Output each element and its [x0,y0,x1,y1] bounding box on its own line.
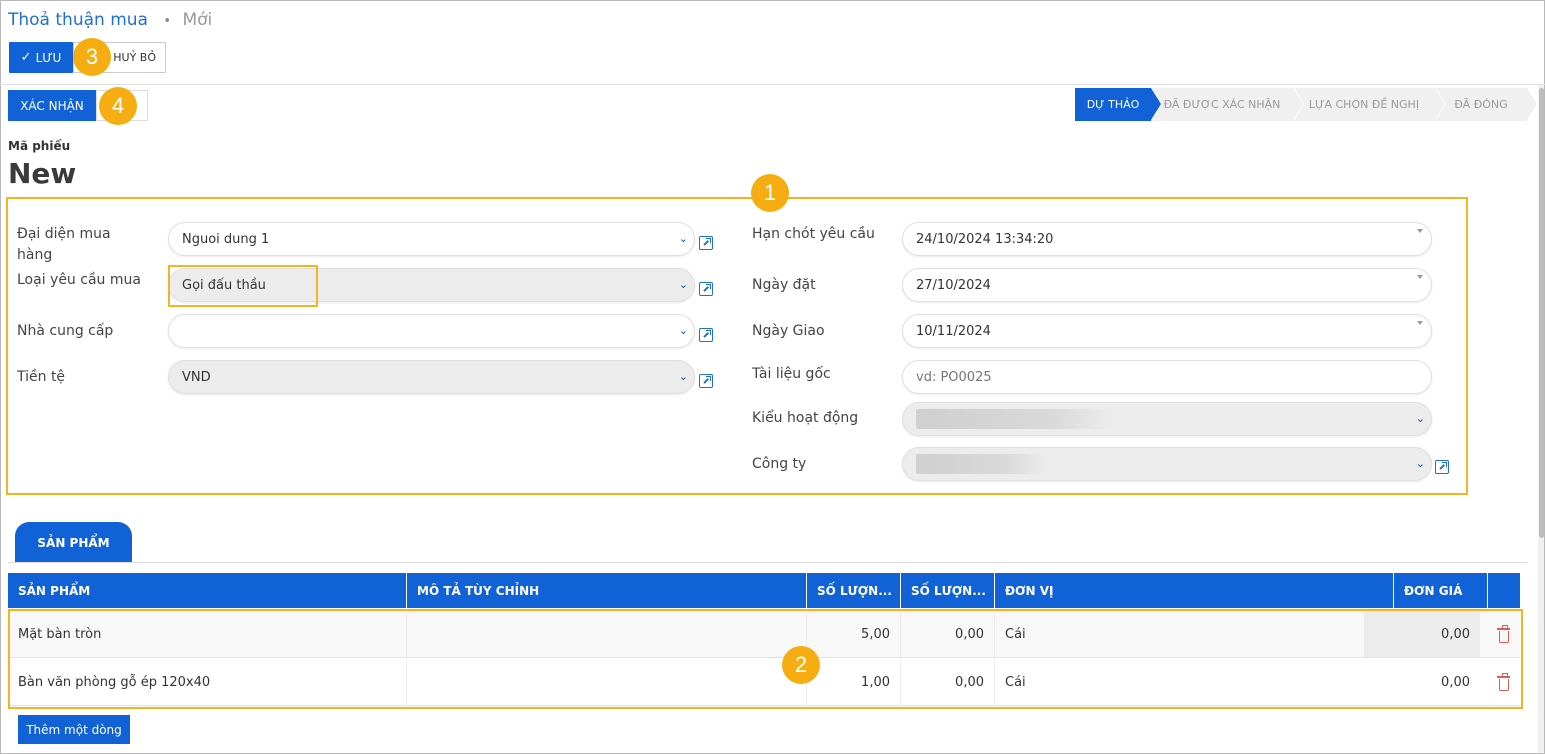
deadline-datetime-field[interactable]: 24/10/2024 13:34:20 [902,222,1432,256]
add-line-button[interactable]: Thêm một dòng [18,715,130,744]
column-quantity-2[interactable]: SỐ LƯỢN... [901,573,995,608]
table-header: SẢN PHẨM MÔ TẢ TÙY CHỈNH SỐ LƯỢN... SỐ L… [8,573,1520,608]
redacted-value [916,454,1046,474]
save-button-label: LƯU [35,50,62,65]
callout-badge-4: 4 [99,87,137,125]
delivery-date-field[interactable]: 10/11/2024 [902,314,1432,348]
external-link-icon[interactable] [699,236,713,250]
request-type-highlight [168,265,318,307]
operation-type-select[interactable]: ⌄ [902,402,1432,436]
external-link-icon[interactable] [699,374,713,388]
source-doc-input[interactable]: vd: PO0025 [902,360,1432,394]
breadcrumb: Thoả thuận mua • Mới [8,10,212,30]
column-unit-price[interactable]: ĐƠN GIÁ [1394,573,1488,608]
check-icon: ✓ [20,50,32,65]
operation-type-label: Kiểu hoạt động [752,410,859,426]
callout-badge-3: 3 [73,38,111,76]
currency-value: VND [182,369,211,385]
deadline-label: Hạn chót yêu cầu [752,226,875,242]
source-doc-label: Tài liệu gốc [752,366,831,382]
delivery-date-label: Ngày Giao [752,323,825,339]
buyer-select[interactable]: Nguoi dung 1 ⌄ [168,222,695,256]
company-label: Công ty [752,456,807,472]
stage-confirmed[interactable]: ĐÃ ĐƯỢC XÁC NHẬN [1151,88,1304,121]
callout-badge-1: 1 [751,174,789,212]
cancel-button-label: HUỶ BỎ [113,51,156,64]
dropdown-arrow-icon [1417,321,1423,325]
dropdown-arrow-icon [1417,229,1423,233]
vendor-label: Nhà cung cấp [17,323,114,339]
divider [0,84,1545,85]
save-button[interactable]: ✓ LƯU [9,42,73,73]
buyer-label: Đại diện mua hàng [17,226,111,263]
source-doc-placeholder: vd: PO0025 [916,369,992,385]
chevron-down-icon: ⌄ [1415,412,1425,425]
rows-highlight-box [8,609,1523,709]
order-date-label: Ngày đặt [752,277,816,293]
order-date-value: 27/10/2024 [916,277,991,293]
currency-select[interactable]: VND ⌄ [168,360,695,394]
column-actions [1488,573,1520,608]
deadline-value: 24/10/2024 13:34:20 [916,231,1054,247]
column-unit[interactable]: ĐƠN VỊ [995,573,1394,608]
tab-divider [8,562,1528,563]
chevron-down-icon: ⌄ [678,232,688,245]
confirm-button-label: XÁC NHẬN [20,98,84,113]
chevron-down-icon: ⌄ [678,324,688,337]
status-bar: DỰ THẢO ĐÃ ĐƯỢC XÁC NHẬN LỰA CHỌN ĐỀ NGH… [1075,88,1538,121]
stage-bid-selection[interactable]: LỰA CHỌN ĐỀ NGHỊ [1293,88,1446,121]
column-product[interactable]: SẢN PHẨM [8,573,407,608]
company-select[interactable]: ⌄ [902,447,1432,481]
breadcrumb-current: Mới [182,10,213,30]
order-date-field[interactable]: 27/10/2024 [902,268,1432,302]
external-link-icon[interactable] [699,282,713,296]
column-description[interactable]: MÔ TẢ TÙY CHỈNH [407,573,807,608]
chevron-down-icon: ⌄ [1415,457,1425,470]
external-link-icon[interactable] [699,328,713,342]
record-code-label: Mã phiếu [8,139,71,153]
confirm-button[interactable]: XÁC NHẬN [8,90,96,121]
dropdown-arrow-icon [1417,275,1423,279]
stage-closed[interactable]: ĐÃ ĐÓNG [1435,88,1538,121]
breadcrumb-parent[interactable]: Thoả thuận mua [8,10,148,30]
external-link-icon[interactable] [1435,460,1449,474]
currency-label: Tiền tệ [17,369,66,385]
chevron-down-icon: ⌄ [678,278,688,291]
delivery-date-value: 10/11/2024 [916,323,991,339]
record-code-value: New [8,157,77,190]
column-quantity[interactable]: SỐ LƯỢN... [807,573,901,608]
buyer-value: Nguoi dung 1 [182,231,270,247]
tab-products[interactable]: SẢN PHẨM [15,522,132,563]
redacted-value [916,409,1112,429]
callout-badge-2: 2 [782,646,820,684]
vendor-select[interactable]: ⌄ [168,314,695,348]
stage-draft[interactable]: DỰ THẢO [1075,88,1162,121]
chevron-down-icon: ⌄ [678,370,688,383]
breadcrumb-separator: • [163,14,172,29]
request-type-label: Loại yêu cầu mua [17,272,141,288]
vertical-scrollbar-thumb[interactable] [1539,88,1544,538]
